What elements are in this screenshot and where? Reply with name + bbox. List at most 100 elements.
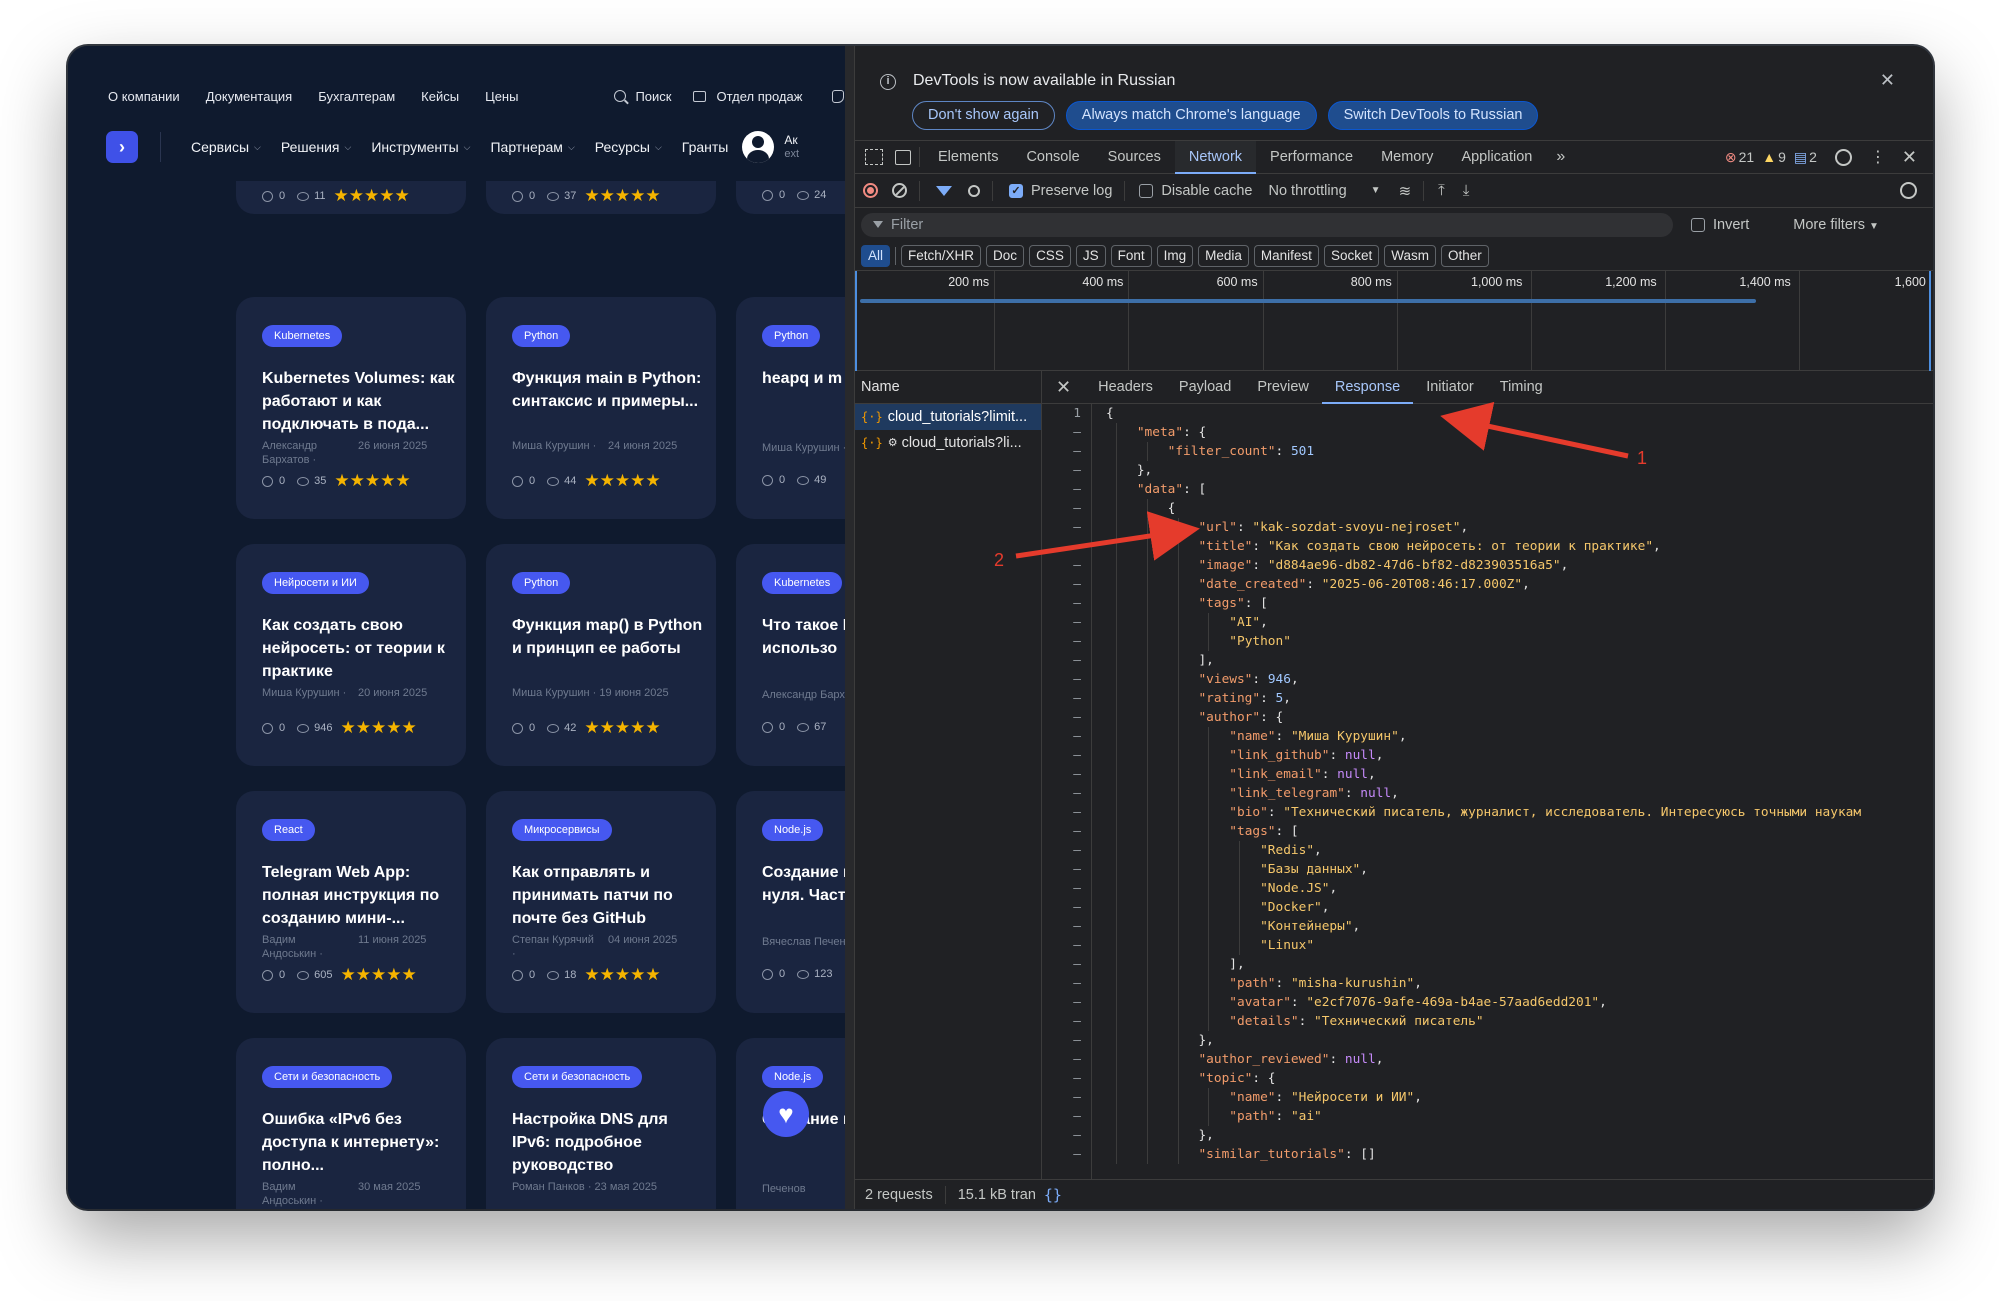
tutorial-card[interactable]: Python heapq и m Python Миша Курушин · 0 49 — [736, 297, 845, 519]
dont-show-again-button[interactable]: Don't show again — [912, 101, 1055, 130]
type-filter-css[interactable]: CSS — [1029, 244, 1071, 267]
card-title[interactable]: Что такое Deployme использо — [762, 614, 845, 660]
search-icon[interactable] — [968, 184, 980, 197]
issue-counters[interactable]: ⊗ 21 ▲ 9 ▤ 2 — [1725, 149, 1817, 166]
more-options-icon[interactable]: ⋮ — [1870, 147, 1886, 167]
settings-gear-icon[interactable] — [1834, 148, 1852, 166]
nav-services-menu[interactable]: Сервисы ⌵ — [191, 139, 261, 155]
topnav-accountants-link[interactable]: Бухгалтерам — [318, 89, 395, 104]
card-title[interactable]: Функция main в Python: синтаксис и приме… — [512, 367, 708, 413]
topic-badge[interactable]: Node.js — [762, 819, 824, 841]
topic-badge[interactable]: Микросервисы — [512, 819, 612, 841]
tutorial-card[interactable]: Node.js Создание магазина нуля. Част Вячес… — [736, 791, 845, 1013]
clear-icon[interactable] — [892, 183, 907, 198]
tab-elements[interactable]: Elements — [924, 141, 1012, 174]
type-filter-fetch-xhr[interactable]: Fetch/XHR — [901, 244, 982, 267]
pretty-print-icon[interactable]: {} — [1044, 1186, 1062, 1204]
detail-tab-timing[interactable]: Timing — [1487, 371, 1556, 404]
card-title[interactable]: Ошибка «IPv6 без доступа к интернету»: п… — [262, 1108, 458, 1177]
topic-badge[interactable]: Python — [762, 325, 821, 347]
request-row[interactable]: {·} ⚙ cloud_tutorials?li... — [855, 430, 1041, 456]
record-icon[interactable] — [863, 183, 878, 198]
type-filter-socket[interactable]: Socket — [1323, 244, 1380, 267]
card-title[interactable]: Настройка DNS для IPv6: подробное руково… — [512, 1108, 708, 1177]
tutorial-card[interactable]: Нейросети и ИИ Как создать свою нейросеть… — [236, 544, 466, 766]
detail-tab-preview[interactable]: Preview — [1244, 371, 1322, 404]
topic-badge[interactable]: Node.js — [762, 1066, 824, 1088]
type-filter-wasm[interactable]: Wasm — [1384, 244, 1436, 267]
tutorial-card-partial[interactable]: 0 37 ★★★★★ — [486, 181, 716, 214]
type-filter-font[interactable]: Font — [1110, 244, 1152, 267]
response-body-viewer[interactable]: 1 – – – – – – – – – – – – – – – – – – – – – – – – – – – – – – – – – – – – – – –… — [1042, 404, 1933, 1179]
topnav-cases-link[interactable]: Кейсы — [421, 89, 459, 104]
topnav-docs-link[interactable]: Документация — [206, 89, 293, 104]
topic-badge[interactable]: Python — [512, 572, 571, 594]
nav-resources-menu[interactable]: Ресурсы ⌵ — [595, 139, 662, 155]
tutorial-card[interactable]: Kubernetes Kubernetes Volumes: как работа… — [236, 297, 466, 519]
always-match-language-button[interactable]: Always match Chrome's language — [1065, 101, 1317, 130]
topnav-prices-link[interactable]: Цены — [485, 89, 518, 104]
detail-tab-payload[interactable]: Payload — [1166, 371, 1244, 404]
detail-tab-headers[interactable]: Headers — [1085, 371, 1166, 404]
tab-memory[interactable]: Memory — [1367, 141, 1447, 174]
account-info[interactable]: Ак ext — [784, 133, 799, 161]
devtools-resize-handle[interactable] — [845, 46, 855, 1209]
topnav-about-link[interactable]: О компании — [108, 89, 180, 104]
tab-application[interactable]: Application — [1447, 141, 1546, 174]
disable-cache-checkbox[interactable] — [1139, 183, 1154, 198]
card-title[interactable]: Telegram Web App: полная инструкция по с… — [262, 861, 458, 930]
menu-toggle-button[interactable]: › — [106, 131, 138, 163]
nav-tools-menu[interactable]: Инструменты ⌵ — [371, 139, 470, 155]
request-row-selected[interactable]: {·} cloud_tutorials?limit... — [855, 404, 1041, 430]
user-avatar[interactable] — [742, 131, 775, 163]
type-filter-img[interactable]: Img — [1156, 244, 1194, 267]
tab-network[interactable]: Network — [1174, 140, 1257, 174]
tutorial-card[interactable]: Сети и безопасность Ошибка «IPv6 без дост… — [236, 1038, 466, 1209]
network-conditions-icon[interactable]: ≋ — [1399, 182, 1412, 200]
more-filters-dropdown[interactable]: More filters ▼ — [1793, 217, 1879, 233]
topic-badge[interactable]: Kubernetes — [762, 572, 843, 594]
detail-tab-response[interactable]: Response — [1321, 371, 1414, 404]
type-filter-doc[interactable]: Doc — [986, 244, 1025, 267]
switch-to-russian-button[interactable]: Switch DevTools to Russian — [1327, 101, 1539, 130]
throttling-select[interactable]: No throttling — [1268, 183, 1346, 199]
topic-badge[interactable]: React — [262, 819, 315, 841]
inspect-element-icon[interactable] — [865, 149, 883, 165]
import-har-icon[interactable]: ⤒ — [1438, 182, 1445, 199]
timeline-range-end[interactable] — [1929, 271, 1931, 371]
card-title[interactable]: Создание магазина нуля. Част — [762, 861, 845, 907]
filter-input[interactable]: Filter — [861, 212, 1673, 237]
device-toolbar-icon[interactable] — [895, 149, 911, 165]
card-title[interactable]: Как создать свою нейросеть: от теории к … — [262, 614, 458, 683]
topic-badge[interactable]: Сети и безопасность — [262, 1066, 393, 1088]
nav-grants-link[interactable]: Гранты — [682, 139, 729, 155]
card-title[interactable]: heapq и m Python — [762, 367, 845, 390]
phone-icon[interactable] — [832, 89, 845, 103]
tutorial-card[interactable]: Микросервисы Как отправлять и принимать п… — [486, 791, 716, 1013]
nav-solutions-menu[interactable]: Решения ⌵ — [281, 139, 352, 155]
tutorial-card[interactable]: Python Функция main в Python: синтаксис и… — [486, 297, 716, 519]
sales-department-link[interactable]: Отдел продаж — [693, 89, 802, 104]
nav-partners-menu[interactable]: Партнерам ⌵ — [490, 139, 574, 155]
type-filter-media[interactable]: Media — [1198, 244, 1249, 267]
close-detail-icon[interactable]: ✕ — [1056, 377, 1071, 398]
preserve-log-checkbox[interactable]: ✓ — [1009, 183, 1023, 198]
type-filter-js[interactable]: JS — [1075, 244, 1106, 267]
name-column-header[interactable]: Name — [855, 371, 1041, 404]
card-title[interactable]: Функция map() в Python и принцип ее рабо… — [512, 614, 708, 660]
detail-tab-initiator[interactable]: Initiator — [1413, 371, 1487, 404]
tab-console[interactable]: Console — [1012, 141, 1093, 174]
topic-badge[interactable]: Сети и безопасность — [512, 1066, 643, 1088]
type-filter-all[interactable]: All — [861, 244, 891, 267]
site-search-button[interactable]: Поиск — [614, 89, 671, 104]
more-tabs-icon[interactable]: » — [1546, 148, 1575, 166]
card-title[interactable]: Kubernetes Volumes: как работают и как п… — [262, 367, 458, 436]
dropdown-caret-icon[interactable]: ▼ — [1371, 185, 1381, 196]
timeline-range-start[interactable] — [855, 271, 857, 371]
favorite-heart-button[interactable]: ♥ — [763, 1091, 809, 1137]
filter-icon[interactable] — [936, 185, 952, 196]
tab-performance[interactable]: Performance — [1256, 141, 1367, 174]
close-devtools-icon[interactable]: ✕ — [1902, 147, 1917, 168]
topic-badge[interactable]: Kubernetes — [262, 325, 343, 347]
close-infobar-icon[interactable]: ✕ — [1880, 70, 1895, 91]
